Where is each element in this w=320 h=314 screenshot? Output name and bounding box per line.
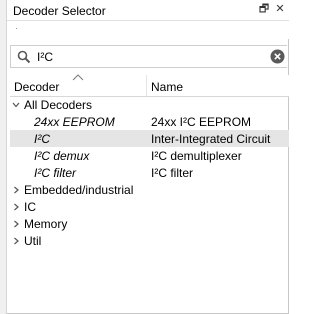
decoder-name: I²C demultiplexer [151, 149, 242, 163]
tree-item-label: Util [24, 234, 42, 248]
window-title: Decoder Selector [13, 4, 106, 18]
chevron-right-icon[interactable] [12, 186, 20, 194]
decoder-selector-window: Decoder Selector 🗗 ✕ · Decoder Name [0, 0, 289, 314]
decoder-name: I²C filter [151, 166, 193, 180]
column-header-decoder-label: Decoder [14, 80, 60, 94]
decoder-name: 24xx I²C EEPROM [151, 115, 252, 129]
decoder-id: I²C filter [34, 166, 76, 180]
tree-item-label: All Decoders [24, 98, 93, 112]
sort-ascending-icon [72, 74, 84, 81]
chevron-right-icon[interactable] [12, 220, 20, 228]
decoder-id: 24xx EEPROM [34, 115, 115, 129]
close-icon[interactable]: ✕ [273, 2, 287, 16]
tree-item-i2c[interactable]: I²C Inter-Integrated Circuit [10, 130, 289, 147]
tree-item-embedded-industrial[interactable]: Embedded/industrial [10, 181, 289, 198]
dock-titlebar[interactable]: Decoder Selector 🗗 ✕ [7, 0, 289, 21]
decoder-name: Inter-Integrated Circuit [151, 132, 271, 146]
tree-item-memory[interactable]: Memory [10, 215, 289, 232]
tree-header: Decoder Name [10, 74, 289, 97]
tree-item-label: IC [24, 200, 36, 214]
tree-item-label: Memory [24, 217, 68, 231]
tree-item-ic[interactable]: IC [10, 198, 289, 215]
tree-item-24xx-eeprom[interactable]: 24xx EEPROM 24xx I²C EEPROM [10, 113, 289, 130]
decoder-tree: All Decoders 24xx EEPROM 24xx I²C EEPROM… [10, 96, 289, 249]
decoder-id: I²C demux [34, 149, 90, 163]
search-input[interactable] [37, 48, 257, 65]
tree-item-util[interactable]: Util [10, 232, 289, 249]
search-icon [17, 50, 31, 64]
toolbar-grip-icon: · [15, 23, 19, 33]
column-header-decoder[interactable]: Decoder [10, 74, 147, 96]
search-field[interactable] [10, 45, 287, 68]
decoder-id: I²C [34, 132, 50, 146]
restore-window-icon[interactable]: 🗗 [257, 2, 271, 16]
tree-item-all-decoders[interactable]: All Decoders [10, 96, 289, 113]
dock-left-edge [0, 0, 7, 314]
tree-item-i2c-demux[interactable]: I²C demux I²C demultiplexer [10, 147, 289, 164]
column-header-name[interactable]: Name [151, 80, 183, 94]
chevron-right-icon[interactable] [12, 203, 20, 211]
tree-item-i2c-filter[interactable]: I²C filter I²C filter [10, 164, 289, 181]
tree-item-label: Embedded/industrial [24, 183, 134, 197]
clear-search-icon[interactable] [270, 49, 285, 64]
chevron-right-icon[interactable] [12, 237, 20, 245]
chevron-down-icon[interactable] [12, 101, 20, 109]
toolbar-row: · [7, 21, 289, 39]
